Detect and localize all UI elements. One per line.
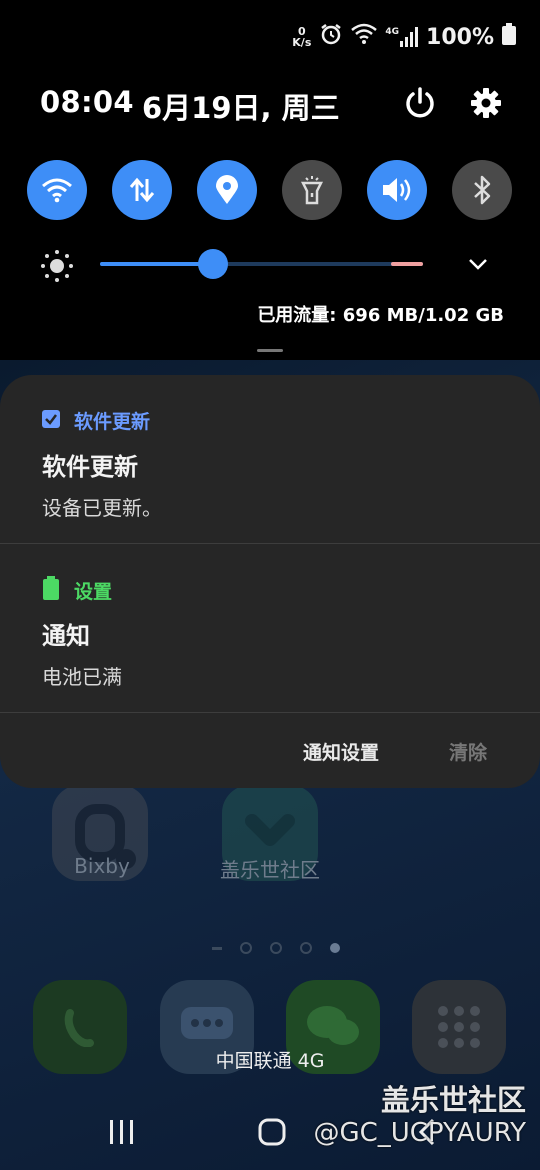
watermark-handle: @GC_UCPYAURY [313, 1118, 526, 1148]
recents-button[interactable] [100, 1110, 144, 1154]
quick-settings-row [27, 160, 512, 220]
notification-settings-button[interactable]: 通知设置 [303, 738, 379, 765]
bluetooth-toggle[interactable] [452, 160, 512, 220]
clear-button[interactable]: 清除 [449, 738, 487, 765]
network-speed: 0 K/s [292, 26, 311, 48]
mobile-data-toggle[interactable] [112, 160, 172, 220]
clock: 08:04 [40, 85, 134, 119]
flashlight-toggle[interactable] [282, 160, 342, 220]
data-usage-text: 已用流量: 696 MB/1.02 GB [257, 305, 504, 326]
location-pin-icon [216, 175, 238, 204]
app-label-bixby: Bixby [74, 854, 130, 878]
notification-app-name: 软件更新 [74, 411, 151, 433]
notification-text: 设备已更新。 [42, 496, 162, 520]
notification-text: 电池已满 [42, 665, 122, 689]
bluetooth-icon [474, 175, 491, 205]
notification-title: 通知 [42, 622, 90, 650]
brightness-icon [40, 249, 74, 287]
data-transfer-icon [129, 177, 155, 203]
net-speed-unit: K/s [292, 36, 312, 49]
notification-title: 软件更新 [42, 453, 138, 481]
home-button[interactable] [250, 1110, 294, 1154]
notification-settings-battery[interactable]: 设置 通知 电池已满 [0, 544, 540, 712]
notification-app-name: 设置 [74, 580, 113, 603]
brightness-high-zone [391, 262, 423, 266]
wifi-icon [42, 178, 72, 203]
brightness-slider-thumb[interactable] [198, 249, 228, 279]
expand-chevron-icon[interactable] [466, 252, 490, 280]
divider [0, 712, 540, 713]
notification-panel: 软件更新 软件更新 设备已更新。 设置 通知 电池已满 通知设置 清除 [0, 375, 540, 788]
alarm-icon [319, 22, 343, 52]
status-bar: 0 K/s 4G 100% [292, 22, 516, 52]
notification-software-update[interactable]: 软件更新 软件更新 设备已更新。 [0, 375, 540, 543]
signal-icon: 4G [385, 27, 419, 47]
gear-icon [471, 88, 501, 118]
software-update-icon [42, 409, 60, 432]
watermark-title: 盖乐世社区 [380, 1083, 526, 1117]
sound-toggle[interactable] [367, 160, 427, 220]
date: 6月19日, 周三 [142, 91, 340, 125]
brightness-slider-fill [100, 262, 213, 266]
power-button[interactable] [400, 83, 440, 123]
recents-icon [110, 1120, 133, 1144]
carrier-label: 中国联通 4G [215, 1050, 325, 1072]
drag-handle[interactable] [257, 349, 283, 352]
page-indicator [212, 942, 340, 954]
settings-button[interactable] [466, 83, 506, 123]
power-icon [406, 87, 434, 118]
battery-percent: 100% [426, 24, 494, 50]
network-type-label: 4G [385, 27, 400, 37]
flashlight-icon [300, 176, 324, 205]
wifi-toggle[interactable] [27, 160, 87, 220]
location-toggle[interactable] [197, 160, 257, 220]
speaker-icon [383, 178, 411, 202]
app-label-community: 盖乐世社区 [220, 858, 320, 882]
battery-full-icon [42, 576, 60, 604]
home-icon [258, 1118, 286, 1146]
battery-icon [502, 23, 516, 51]
wifi-status-icon [351, 23, 378, 51]
